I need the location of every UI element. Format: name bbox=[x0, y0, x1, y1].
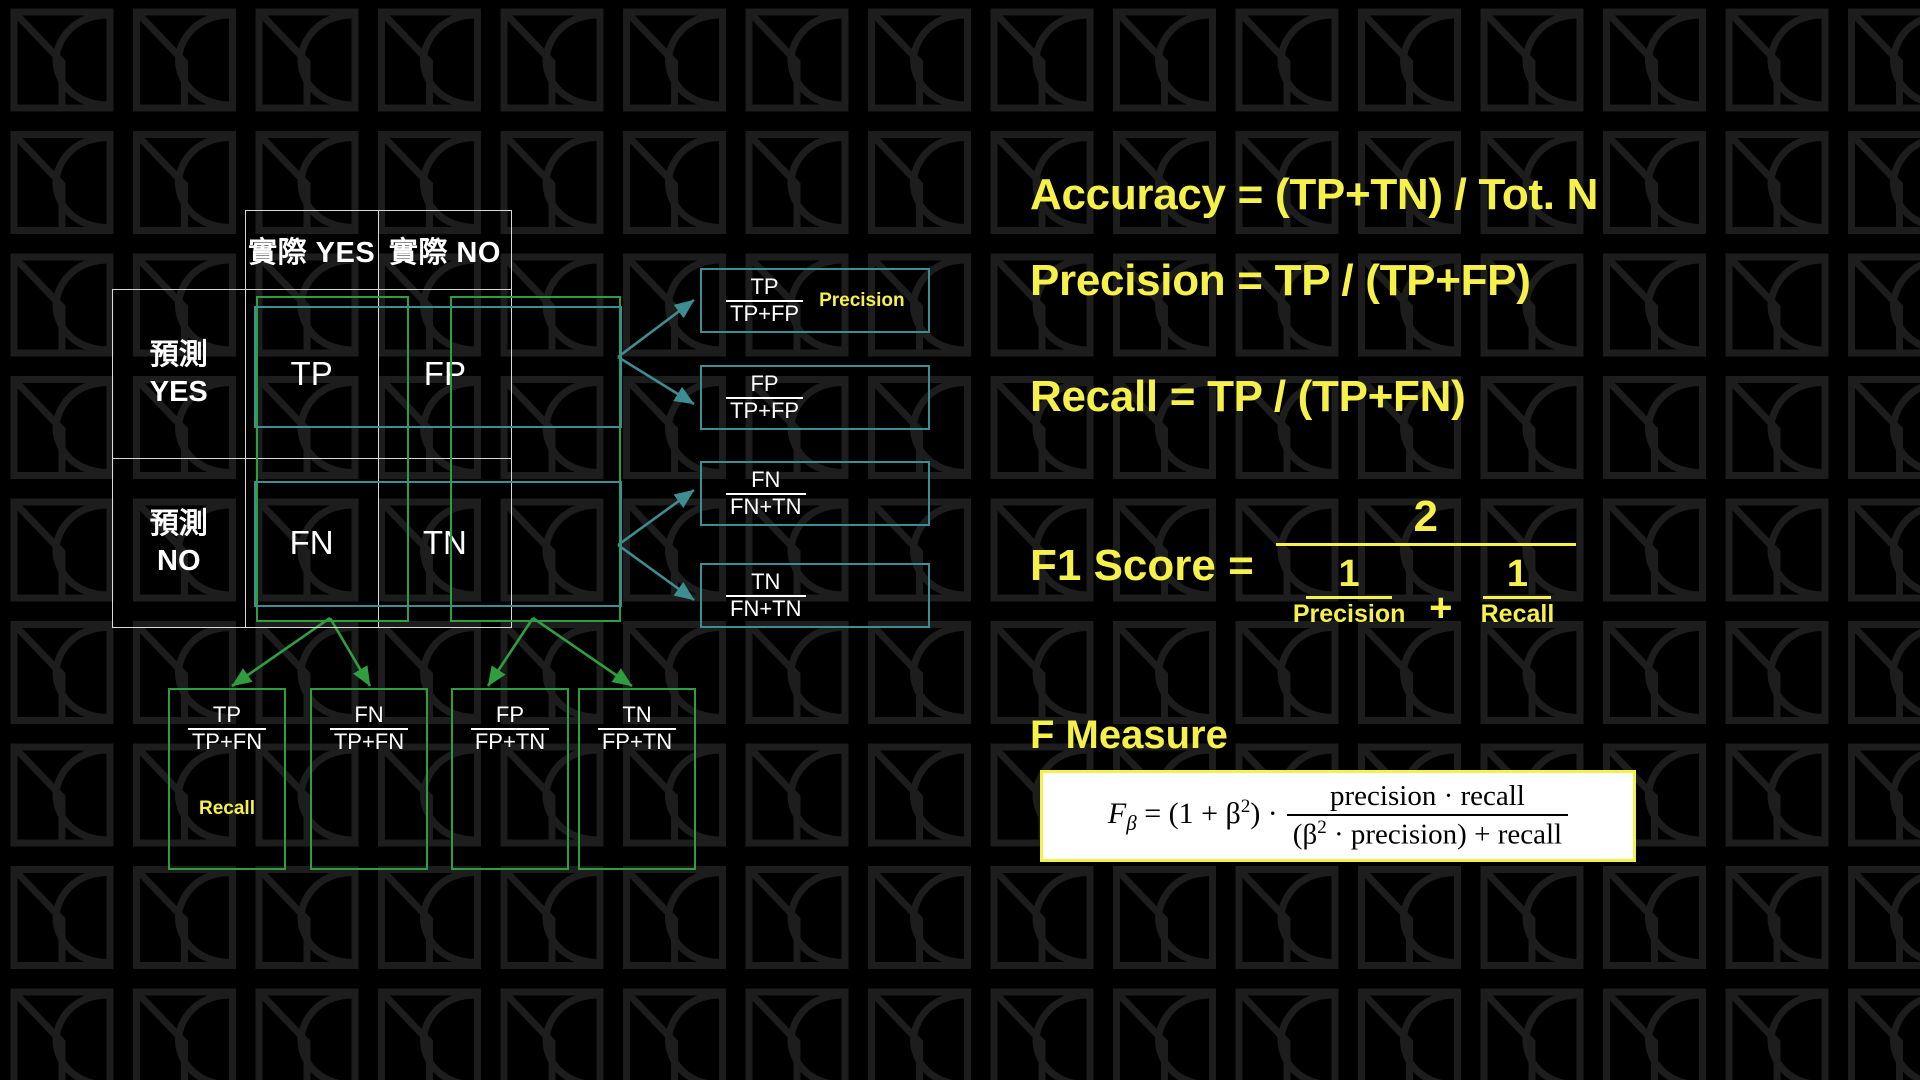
fraction-denominator: FN+TN bbox=[726, 594, 806, 621]
f1-term-recall: 1 Recall bbox=[1468, 554, 1566, 629]
table-row: 預測 NO FN TN bbox=[112, 458, 513, 628]
precision-formula: Precision = TP / (TP+FP) bbox=[1030, 256, 1531, 305]
recall-box: TP TP+FN Recall bbox=[168, 688, 286, 870]
f-measure-title: F Measure bbox=[1030, 713, 1228, 757]
matrix-col-header-actual-yes: 實際 YES bbox=[244, 210, 379, 290]
matrix-row-header-pred-yes: 預測 YES bbox=[112, 289, 246, 459]
fraction: TN FN+TN bbox=[726, 568, 806, 621]
f-beta-den-open: (β bbox=[1292, 818, 1318, 851]
fraction-denominator: TP+FN bbox=[329, 727, 409, 754]
f1-score-label: F1 Score = bbox=[1030, 541, 1254, 590]
fp-rate-box: FP TP+FP bbox=[700, 365, 930, 430]
fraction: TP TP+FN bbox=[187, 702, 267, 754]
row-header-line2: NO bbox=[157, 545, 201, 577]
fraction: TP TP+FP bbox=[726, 273, 804, 326]
f-beta-symbol: F bbox=[1107, 797, 1127, 830]
matrix-cell-tn: TN bbox=[377, 458, 513, 628]
accuracy-formula: Accuracy = (TP+TN) / Tot. N bbox=[1030, 170, 1599, 219]
f-beta-fraction: precision · recall (β2 · precision) + re… bbox=[1286, 779, 1569, 853]
confusion-matrix: 實際 YES 實際 NO 預測 YES TP FP 預測 NO FN TN bbox=[112, 210, 513, 628]
f1-denominator: 1 Precision + 1 Recall bbox=[1285, 552, 1566, 631]
fraction-denominator: TP+FN bbox=[187, 727, 267, 754]
f1-fraction-bar bbox=[1275, 543, 1576, 546]
row-header-line2: YES bbox=[149, 376, 208, 408]
f-beta-den-exponent: 2 bbox=[1317, 817, 1327, 839]
recall-label: Recall bbox=[199, 797, 255, 819]
f-beta-equals-tail: ) · bbox=[1250, 797, 1278, 830]
fraction-numerator: FN bbox=[751, 466, 781, 492]
f-beta-equals-part: = (1 + β bbox=[1144, 797, 1241, 830]
f-beta-equation: Fβ = (1 + β2) · precision · recall (β2 ·… bbox=[1108, 779, 1569, 853]
specificity-box: TN FP+TN bbox=[578, 688, 696, 870]
row-header-line1: 預測 bbox=[149, 507, 208, 540]
confusion-matrix-table: 實際 YES 實際 NO 預測 YES TP FP 預測 NO FN TN bbox=[112, 210, 513, 628]
fraction: TN FP+TN bbox=[597, 702, 677, 754]
fraction-numerator: FP bbox=[750, 370, 779, 396]
f1-score-formula: F1 Score = 2 1 Precision + 1 Recall bbox=[1030, 495, 1576, 631]
fraction-denominator: TP+FP bbox=[726, 299, 804, 326]
fraction-denominator: FP+TN bbox=[470, 727, 550, 754]
fraction-denominator: Precision bbox=[1292, 600, 1406, 629]
fraction: FP FP+TN bbox=[470, 702, 550, 754]
fraction: FN TP+FN bbox=[329, 702, 409, 754]
matrix-cell-fn: FN bbox=[244, 458, 379, 628]
fraction-numerator: TN bbox=[751, 568, 781, 594]
fraction: FN FN+TN bbox=[726, 466, 806, 519]
fraction-numerator: FP bbox=[495, 702, 525, 727]
f1-plus-operator: + bbox=[1429, 586, 1453, 630]
precision-label: Precision bbox=[819, 289, 905, 311]
fraction: FP TP+FP bbox=[726, 370, 804, 423]
f-beta-subscript: β bbox=[1126, 811, 1137, 835]
fraction-bar bbox=[1306, 596, 1393, 600]
fraction-numerator: TP bbox=[212, 702, 242, 727]
row-header-line1: 預測 bbox=[149, 338, 208, 371]
matrix-cell-fp: FP bbox=[377, 289, 513, 459]
miss-rate-box: FN TP+FN bbox=[310, 688, 428, 870]
fn-ratio-box: FN FN+TN bbox=[700, 461, 930, 526]
f-beta-den-tail: · precision) + recall bbox=[1326, 818, 1563, 851]
fraction-numerator: TN bbox=[622, 702, 652, 727]
fraction-numerator: TP bbox=[750, 273, 779, 299]
f-beta-exponent: 2 bbox=[1240, 796, 1251, 817]
fraction-denominator: Recall bbox=[1480, 600, 1555, 629]
f-beta-left-hand-side: Fβ = (1 + β2) · bbox=[1108, 796, 1278, 836]
fraction-numerator: 1 bbox=[1338, 553, 1360, 596]
fraction-denominator: (β2 · precision) + recall bbox=[1287, 816, 1568, 853]
matrix-col-header-actual-no: 實際 NO bbox=[377, 210, 513, 290]
fraction-bar bbox=[1483, 596, 1552, 600]
fraction-numerator: FN bbox=[354, 702, 384, 727]
precision-box: TP TP+FP Precision bbox=[700, 268, 930, 333]
npv-box: TN FN+TN bbox=[700, 563, 930, 628]
matrix-corner-cell bbox=[112, 210, 246, 290]
fraction-denominator: TP+FP bbox=[726, 396, 804, 423]
recall-formula: Recall = TP / (TP+FN) bbox=[1030, 372, 1466, 421]
f-beta-formula-box: Fβ = (1 + β2) · precision · recall (β2 ·… bbox=[1040, 770, 1636, 862]
matrix-cell-tp: TP bbox=[244, 289, 379, 459]
fraction-denominator: FN+TN bbox=[726, 492, 806, 519]
matrix-row-header-pred-no: 預測 NO bbox=[112, 458, 246, 628]
fallout-box: FP FP+TN bbox=[451, 688, 569, 870]
f1-numerator: 2 bbox=[1413, 492, 1439, 541]
fraction-numerator: 1 bbox=[1506, 553, 1529, 596]
fraction-numerator: precision · recall bbox=[1330, 780, 1525, 813]
table-row: 預測 YES TP FP bbox=[112, 289, 513, 459]
f1-main-fraction: 2 1 Precision + 1 Recall bbox=[1275, 492, 1576, 631]
f1-term-precision: 1 Precision bbox=[1285, 554, 1413, 629]
fraction-denominator: FP+TN bbox=[597, 727, 677, 754]
matrix-header-row: 實際 YES 實際 NO bbox=[112, 210, 513, 290]
